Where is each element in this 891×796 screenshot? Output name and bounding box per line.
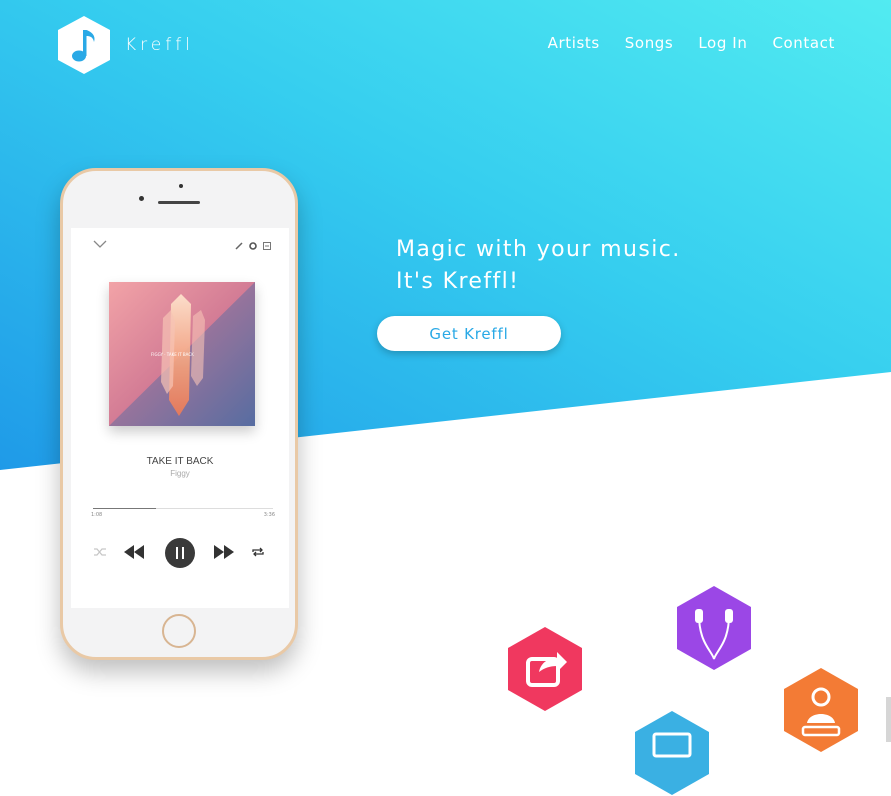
rewind-icon[interactable] (123, 545, 145, 559)
dj-icon[interactable] (783, 667, 859, 753)
phone-speaker (158, 201, 200, 204)
phone-sensor (179, 184, 183, 188)
share-icon[interactable] (507, 626, 583, 712)
pause-button[interactable] (165, 538, 195, 568)
headphones-icon[interactable] (676, 585, 752, 671)
song-title: TAKE IT BACK (146, 456, 214, 467)
repeat-icon[interactable] (251, 546, 265, 558)
time-elapsed: 1:08 (91, 512, 103, 518)
page-scrollbar[interactable] (886, 697, 891, 742)
nav-artists[interactable]: Artists (548, 34, 600, 52)
phone-mockup: FIGGY · TAKE IT BACK TAKE IT BACK Figgy … (60, 168, 298, 660)
get-kreffl-button[interactable]: Get Kreffl (377, 316, 561, 351)
progress-fill (93, 508, 156, 509)
phone-screen: FIGGY · TAKE IT BACK TAKE IT BACK Figgy … (71, 228, 289, 608)
shuffle-icon[interactable] (93, 547, 107, 557)
home-button[interactable] (162, 614, 196, 648)
headline-line-2: It's Kreffl! (396, 269, 520, 294)
chevron-down-icon[interactable] (93, 240, 107, 248)
player-controls (71, 538, 289, 568)
music-note-icon (58, 16, 110, 74)
brand-logo[interactable]: Kreffl (56, 15, 194, 75)
nav-songs[interactable]: Songs (625, 34, 674, 52)
screen-icon[interactable] (634, 710, 710, 796)
nav-log-in[interactable]: Log In (698, 34, 747, 52)
pin-icon[interactable] (235, 242, 243, 250)
nav-contact[interactable]: Contact (772, 34, 835, 52)
fast-forward-icon[interactable] (213, 545, 235, 559)
phone-camera (139, 196, 144, 201)
progress-bar[interactable] (93, 508, 273, 509)
settings-icon[interactable] (249, 242, 257, 250)
brand-name: Kreffl (125, 35, 194, 55)
svg-text:FIGGY · TAKE IT BACK: FIGGY · TAKE IT BACK (151, 352, 194, 357)
queue-icon[interactable] (263, 242, 271, 250)
top-nav: Artists Songs Log In Contact (548, 34, 835, 52)
song-artist: Figgy (170, 469, 190, 478)
hero-headline: Magic with your music. It's Kreffl! (396, 234, 681, 298)
album-art: FIGGY · TAKE IT BACK (109, 282, 255, 426)
headline-line-1: Magic with your music. (396, 237, 681, 262)
time-total: 3:36 (263, 512, 275, 518)
player-top-icons (235, 242, 271, 250)
